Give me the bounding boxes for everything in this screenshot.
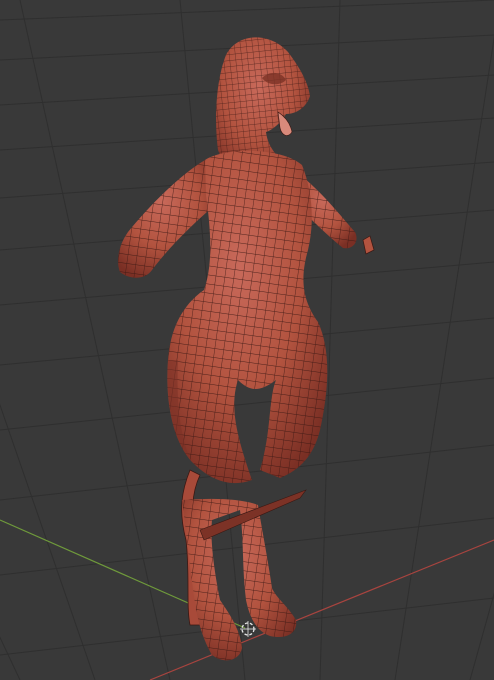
viewport-canvas[interactable] bbox=[0, 0, 494, 680]
character-mesh-icon[interactable] bbox=[118, 37, 375, 661]
origin-cursor-icon[interactable] bbox=[240, 621, 256, 637]
3d-viewport[interactable] bbox=[0, 0, 494, 680]
